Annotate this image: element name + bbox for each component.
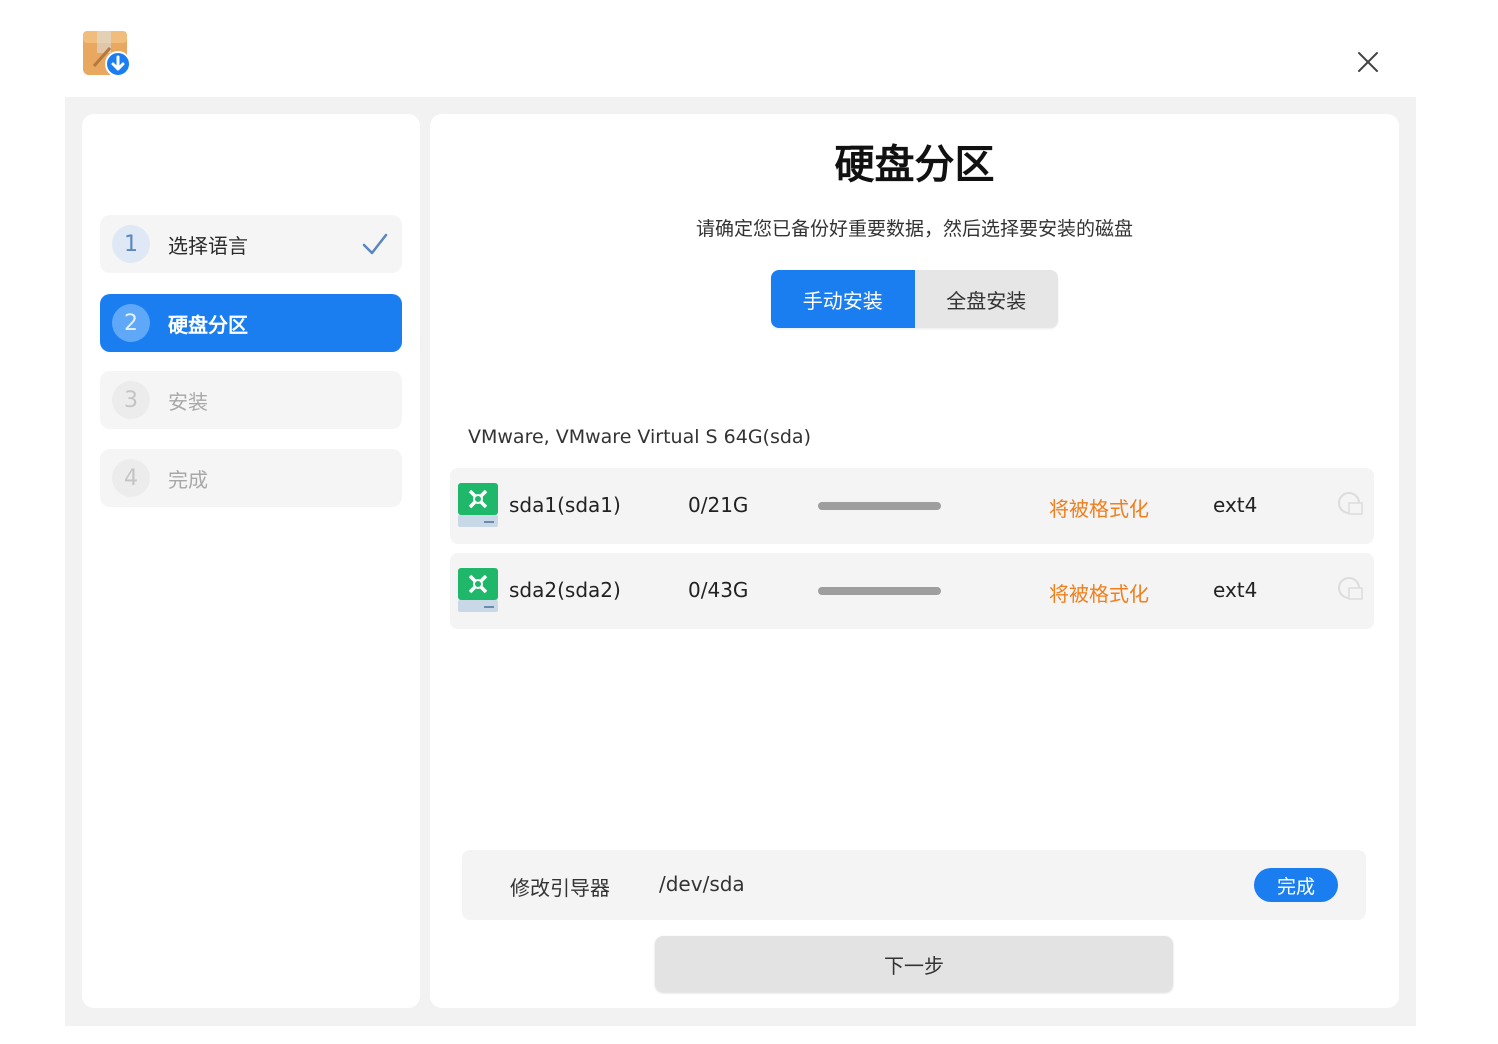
page-title: 硬盘分区 bbox=[834, 142, 995, 188]
partition-status: 将被格式化 bbox=[1049, 582, 1149, 606]
step-label: 硬盘分区 bbox=[168, 312, 248, 337]
installer-package-icon bbox=[80, 28, 134, 78]
bootloader-path: /dev/sda bbox=[659, 872, 745, 896]
partition-name: sda2(sda2) bbox=[509, 578, 621, 602]
step-disk-partition: 2 硬盘分区 bbox=[100, 294, 402, 352]
partition-row[interactable]: sda2(sda2) 0/43G 将被格式化 ext4 bbox=[450, 553, 1374, 629]
close-button[interactable] bbox=[1346, 40, 1390, 84]
step-label: 完成 bbox=[168, 467, 208, 492]
bootloader-panel: 修改引导器 /dev/sda 完成 bbox=[462, 850, 1366, 920]
partition-status: 将被格式化 bbox=[1049, 497, 1149, 521]
partition-edit-icon[interactable] bbox=[1336, 575, 1364, 603]
disk-partition-icon bbox=[458, 568, 498, 612]
step-label: 选择语言 bbox=[168, 233, 248, 258]
partition-filesystem: ext4 bbox=[1213, 493, 1258, 517]
partition-usage-bar bbox=[818, 587, 941, 595]
next-step-button[interactable]: 下一步 bbox=[655, 936, 1173, 992]
step-number: 1 bbox=[112, 225, 150, 263]
install-mode-switch: 手动安装 全盘安装 bbox=[771, 270, 1058, 328]
full-disk-install-tab[interactable]: 全盘安装 bbox=[914, 270, 1058, 328]
partition-edit-icon[interactable] bbox=[1336, 490, 1364, 518]
step-number: 4 bbox=[112, 459, 150, 497]
partition-usage: 0/43G bbox=[688, 578, 749, 602]
step-number: 3 bbox=[112, 381, 150, 419]
partition-row[interactable]: sda1(sda1) 0/21G 将被格式化 ext4 bbox=[450, 468, 1374, 544]
checkmark-icon bbox=[362, 233, 388, 255]
bootloader-label: 修改引导器 bbox=[510, 876, 610, 900]
partition-usage: 0/21G bbox=[688, 493, 749, 517]
installer-window: 1 选择语言 2 硬盘分区 3 安装 4 完成 硬盘分区 请确定您已备份好重要数… bbox=[0, 0, 1498, 1044]
steps-sidebar: 1 选择语言 2 硬盘分区 3 安装 4 完成 bbox=[82, 114, 420, 1008]
bootloader-done-button[interactable]: 完成 bbox=[1254, 868, 1338, 902]
step-install: 3 安装 bbox=[100, 371, 402, 429]
step-finish: 4 完成 bbox=[100, 449, 402, 507]
step-select-language: 1 选择语言 bbox=[100, 215, 402, 273]
main-panel: 硬盘分区 请确定您已备份好重要数据，然后选择要安装的磁盘 手动安装 全盘安装 V… bbox=[430, 114, 1399, 1008]
partition-usage-bar bbox=[818, 502, 941, 510]
manual-install-tab[interactable]: 手动安装 bbox=[771, 270, 915, 328]
step-label: 安装 bbox=[168, 389, 208, 414]
step-number: 2 bbox=[112, 304, 150, 342]
page-subtitle: 请确定您已备份好重要数据，然后选择要安装的磁盘 bbox=[695, 218, 1133, 240]
partition-name: sda1(sda1) bbox=[509, 493, 621, 517]
disk-label: VMware, VMware Virtual S 64G(sda) bbox=[468, 426, 811, 448]
close-icon bbox=[1358, 52, 1378, 72]
disk-partition-icon bbox=[458, 483, 498, 527]
partition-filesystem: ext4 bbox=[1213, 578, 1258, 602]
